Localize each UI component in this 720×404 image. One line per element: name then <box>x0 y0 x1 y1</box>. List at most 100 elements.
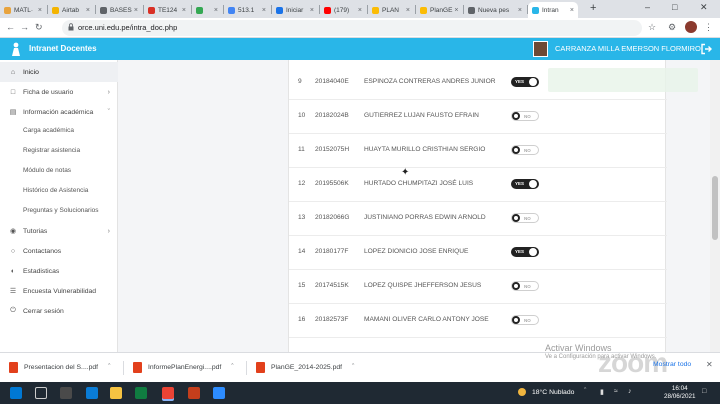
attendance-toggle[interactable]: NO <box>511 213 539 223</box>
tab-close-icon[interactable]: × <box>308 7 314 14</box>
search-icon[interactable] <box>35 387 47 399</box>
scrollbar-thumb[interactable] <box>712 176 718 240</box>
sidebar-item-label: Inicio <box>23 68 39 76</box>
submenu-asistencia[interactable]: Registrar asistencia <box>23 147 80 154</box>
submenu-preguntas[interactable]: Preguntas y Solucionarios <box>23 207 99 214</box>
tab-label: 513.1 <box>238 6 255 14</box>
attendance-toggle[interactable]: YES <box>511 179 539 189</box>
divider <box>246 361 247 375</box>
tab-close-icon[interactable]: × <box>356 7 362 14</box>
browser-tab[interactable]: (179) × <box>320 2 366 18</box>
browser-tab[interactable]: Nueva pes × <box>464 2 526 18</box>
attendance-toggle[interactable]: NO <box>511 111 539 121</box>
tab-close-icon[interactable]: × <box>516 7 522 14</box>
maximize-icon[interactable]: □ <box>672 2 677 12</box>
browser-tab[interactable]: PlanGE × <box>416 2 462 18</box>
submenu-notas[interactable]: Módulo de notas <box>23 167 71 174</box>
tab-close-icon[interactable]: × <box>212 7 218 14</box>
windows-start-icon[interactable] <box>10 387 22 399</box>
attendance-toggle[interactable]: YES <box>511 247 539 257</box>
toggle-knob <box>512 282 520 290</box>
weather-widget[interactable]: 18°C Nublado <box>518 388 574 396</box>
chrome-icon[interactable] <box>162 387 174 399</box>
browser-tab[interactable]: Intran × <box>528 2 578 18</box>
tab-close-icon[interactable]: × <box>132 7 138 14</box>
sidebar-item-informacion[interactable]: ▤ Información académica ˇ <box>0 102 118 122</box>
sidebar-item-estadisticas[interactable]: ◐ Estadisticas <box>0 261 118 281</box>
tab-close-icon[interactable]: × <box>260 7 266 14</box>
browser-tab[interactable]: × <box>192 2 222 18</box>
sidebar-item-cerrar[interactable]: ⏻ Cerrar sesión <box>0 301 118 321</box>
sidebar-item-tutorias[interactable]: ◉ Tutorias › <box>0 221 118 241</box>
sidebar-item-contactanos[interactable]: ○ Contactanos <box>0 241 118 261</box>
browser-tab[interactable]: 513.1 × <box>224 2 270 18</box>
tab-close-icon[interactable]: × <box>36 7 42 14</box>
toggle-label: YES <box>515 249 525 254</box>
sidebar-item-inicio[interactable]: ⌂ Inicio <box>0 62 118 82</box>
tab-close-icon[interactable]: × <box>404 7 410 14</box>
attendance-toggle[interactable]: NO <box>511 281 539 291</box>
system-clock[interactable]: 16:04 28/06/2021 <box>664 385 696 401</box>
browser-tab[interactable]: Airtab × <box>48 2 94 18</box>
sidebar-item-ficha[interactable]: □ Ficha de usuario › <box>0 82 118 102</box>
task-view-icon[interactable] <box>60 387 72 399</box>
powerpoint-icon[interactable] <box>188 387 200 399</box>
tab-close-icon[interactable]: × <box>84 7 90 14</box>
browser-tab[interactable]: Iniciar × <box>272 2 318 18</box>
student-code: 20180177F <box>315 248 349 255</box>
notification-icon[interactable]: □ <box>702 388 706 395</box>
minimize-icon[interactable]: – <box>645 2 650 12</box>
book-icon: ▤ <box>9 109 17 116</box>
wifi-icon[interactable]: ≈ <box>614 388 618 395</box>
download-item[interactable]: InformePlanEnergi....pdf ˆ <box>133 362 234 373</box>
logout-icon[interactable] <box>700 43 712 55</box>
attendance-toggle[interactable]: NO <box>511 145 539 155</box>
battery-icon[interactable]: ▮ <box>600 388 604 396</box>
power-icon: ⏻ <box>10 307 16 314</box>
volume-icon[interactable]: ♪ <box>628 388 632 395</box>
download-item[interactable]: PlanGE_2014-2025.pdf ˆ <box>256 362 354 373</box>
window-close-icon[interactable]: ✕ <box>700 2 708 13</box>
extensions-icon[interactable]: ⚙ <box>668 22 676 33</box>
close-icon[interactable]: ✕ <box>706 360 713 369</box>
student-code: 20195506K <box>315 180 349 187</box>
back-icon[interactable]: ← <box>6 22 15 32</box>
browser-tab[interactable]: MATL· × <box>0 2 46 18</box>
edge-icon[interactable] <box>86 387 98 399</box>
download-item[interactable]: Presentacion del S....pdf ˆ <box>9 362 110 373</box>
zoom-app-icon[interactable] <box>213 387 225 399</box>
chevron-up-icon[interactable]: ˆ <box>584 388 586 395</box>
row-number: 14 <box>298 248 306 255</box>
chevron-up-icon[interactable]: ˆ <box>231 364 233 371</box>
tab-favicon-icon <box>324 6 331 14</box>
browser-tab[interactable]: TE124 × <box>144 2 190 18</box>
chevron-up-icon[interactable]: ˆ <box>352 364 354 371</box>
bookmark-star-icon[interactable]: ☆ <box>648 22 656 33</box>
browser-tab[interactable]: PLAN × <box>368 2 414 18</box>
submenu-historico[interactable]: Histórico de Asistencia <box>23 187 88 194</box>
show-all-downloads-link[interactable]: Mostrar todo <box>653 361 691 368</box>
url-input[interactable]: orce.uni.edu.pe/intra_doc.php <box>62 20 642 36</box>
attendance-toggle[interactable]: NO <box>511 315 539 325</box>
sidebar-item-label: Ficha de usuario <box>23 88 74 96</box>
file-explorer-icon[interactable] <box>110 387 122 399</box>
menu-kebab-icon[interactable]: ⋮ <box>704 22 713 33</box>
student-name: LOPEZ DIONICIO JOSE ENRIQUE <box>364 248 469 255</box>
new-tab-icon[interactable]: + <box>590 2 596 14</box>
submenu-carga[interactable]: Carga académica <box>23 127 74 134</box>
tab-label: BASES <box>110 6 132 14</box>
tab-close-icon[interactable]: × <box>452 7 458 14</box>
reload-icon[interactable]: ↻ <box>35 22 43 33</box>
attendance-toggle[interactable]: YES <box>511 77 539 87</box>
forward-icon[interactable]: → <box>20 22 29 32</box>
profile-avatar[interactable] <box>685 21 697 33</box>
browser-tab[interactable]: BASES × <box>96 2 142 18</box>
excel-icon[interactable] <box>135 387 147 399</box>
toggle-knob <box>512 214 520 222</box>
vertical-scrollbar[interactable] <box>710 60 720 352</box>
tab-close-icon[interactable]: × <box>180 7 186 14</box>
tab-favicon-icon <box>4 6 11 14</box>
sidebar-item-encuesta[interactable]: ☰ Encuesta Vulnerabilidad <box>0 281 118 301</box>
chevron-up-icon[interactable]: ˆ <box>108 364 110 371</box>
tab-close-icon[interactable]: × <box>568 7 574 14</box>
